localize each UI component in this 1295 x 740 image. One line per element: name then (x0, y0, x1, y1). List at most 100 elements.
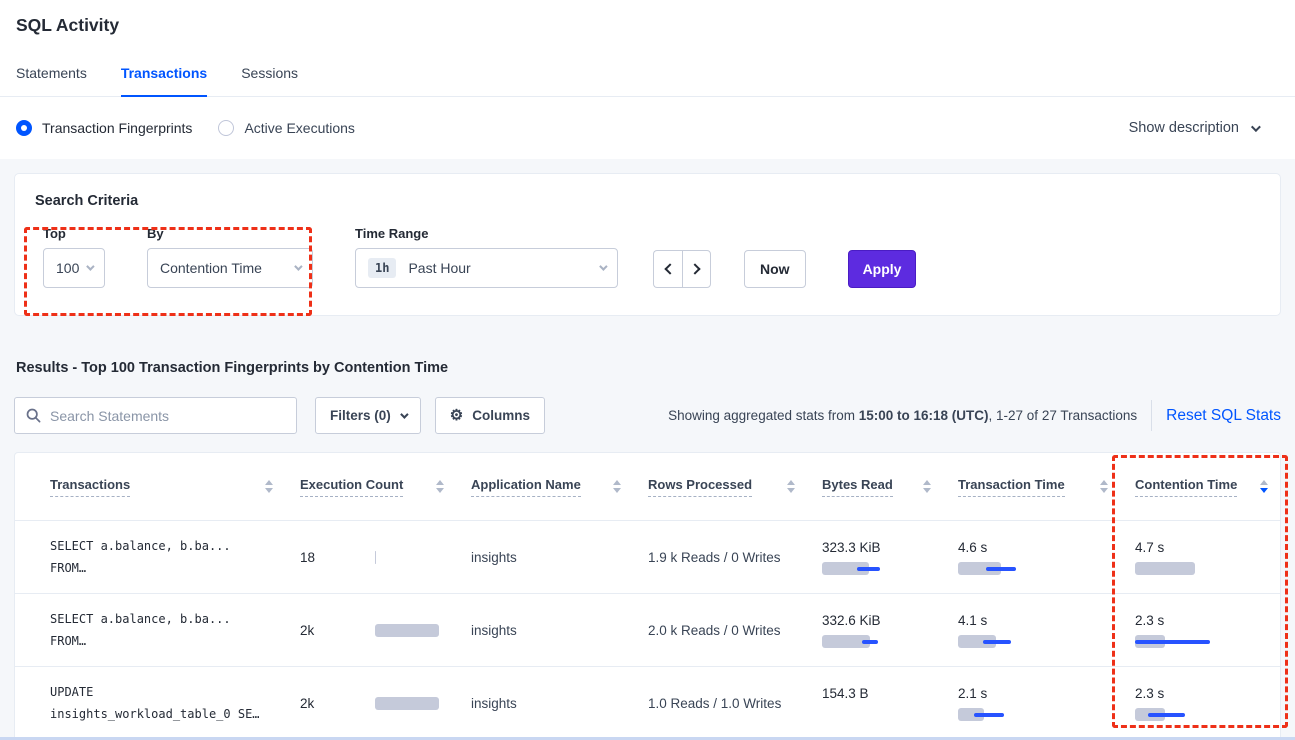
tab-statements[interactable]: Statements (16, 65, 87, 96)
search-criteria-controls: Top 100 By Contention Time Time Range 1h… (31, 226, 1260, 288)
transaction-query-link[interactable]: UPDATE insights_workload_table_0 SE… (15, 681, 285, 725)
transaction-time-cell: 2.1 s (943, 686, 1120, 721)
view-toggle-row: Transaction Fingerprints Active Executio… (0, 97, 1295, 159)
column-header-rows-processed: Rows Processed (633, 477, 807, 497)
show-description-toggle[interactable]: Show description (1129, 120, 1258, 136)
execution-count-cell: 2k (285, 623, 456, 638)
radio-unselected-icon[interactable] (218, 120, 234, 136)
table-header-row: Transactions Execution Count Application… (15, 453, 1280, 521)
column-header-execution-count: Execution Count (285, 477, 456, 497)
by-control: By Contention Time (147, 226, 313, 288)
previous-time-button[interactable] (653, 250, 682, 288)
execution-count-cell: 2k (285, 696, 456, 711)
tab-sessions[interactable]: Sessions (241, 65, 298, 96)
execution-count-cell: 18 (285, 550, 456, 565)
tab-transactions[interactable]: Transactions (121, 65, 207, 97)
gear-icon: ⚙ (450, 408, 463, 423)
bytes-read-bar (822, 562, 886, 575)
sort-icon[interactable] (265, 480, 273, 493)
transaction-time-bar (958, 708, 1022, 721)
rows-processed-cell: 2.0 k Reads / 0 Writes (633, 623, 807, 638)
search-criteria-card: Search Criteria Top 100 By Contention Ti… (14, 173, 1281, 316)
aggregated-stats-text: Showing aggregated stats from 15:00 to 1… (668, 408, 1137, 423)
by-select[interactable]: Contention Time (147, 248, 313, 288)
divider (1151, 400, 1152, 431)
contention-time-bar (1135, 635, 1199, 648)
page-header: SQL Activity Statements Transactions Ses… (0, 0, 1295, 97)
columns-button[interactable]: ⚙ Columns (435, 397, 545, 434)
execution-count-bar (375, 551, 439, 564)
table-row: UPDATE insights_workload_table_0 SE… 2k … (15, 667, 1280, 737)
bytes-read-bar (822, 708, 886, 721)
application-name-cell: insights (456, 696, 633, 711)
execution-count-bar (375, 624, 439, 637)
time-range-value: Past Hour (408, 260, 470, 276)
sort-icon-active-desc[interactable] (1260, 480, 1268, 493)
chevron-left-icon (664, 263, 675, 274)
chevron-down-icon (294, 262, 302, 270)
search-statements-input[interactable] (50, 408, 285, 424)
column-header-contention-time: Contention Time (1120, 477, 1280, 497)
sort-icon[interactable] (923, 480, 931, 493)
transaction-time-cell: 4.1 s (943, 613, 1120, 648)
top-select[interactable]: 100 (43, 248, 105, 288)
top-control: Top 100 (43, 226, 105, 288)
contention-time-cell: 4.7 s (1120, 540, 1280, 575)
application-name-cell: insights (456, 623, 633, 638)
contention-time-cell: 2.3 s (1120, 613, 1280, 648)
rows-processed-cell: 1.9 k Reads / 0 Writes (633, 550, 807, 565)
contention-time-bar (1135, 708, 1199, 721)
transaction-time-cell: 4.6 s (943, 540, 1120, 575)
chevron-down-icon (400, 410, 408, 418)
stats-time-range: 15:00 to 16:18 (UTC) (859, 408, 989, 423)
radio-transaction-fingerprints[interactable]: Transaction Fingerprints (16, 120, 192, 136)
contention-time-cell: 2.3 s (1120, 686, 1280, 721)
column-header-transactions: Transactions (15, 477, 285, 497)
reset-sql-stats-link[interactable]: Reset SQL Stats (1166, 407, 1281, 425)
sort-icon[interactable] (1100, 480, 1108, 493)
execution-count-bar (375, 697, 439, 710)
top-select-value: 100 (56, 260, 79, 276)
column-header-bytes-read: Bytes Read (807, 477, 943, 497)
results-heading: Results - Top 100 Transaction Fingerprin… (16, 360, 1279, 376)
by-select-value: Contention Time (160, 260, 262, 276)
page-title: SQL Activity (0, 0, 1295, 36)
show-description-label: Show description (1129, 120, 1239, 136)
now-button[interactable]: Now (744, 250, 806, 288)
column-header-application-name: Application Name (456, 477, 633, 497)
contention-time-bar (1135, 562, 1199, 575)
next-time-button[interactable] (682, 250, 711, 288)
radio-label: Active Executions (244, 120, 355, 136)
bytes-read-cell: 323.3 KiB (807, 540, 943, 575)
transactions-table: Transactions Execution Count Application… (14, 452, 1281, 737)
search-criteria-heading: Search Criteria (31, 193, 1260, 209)
transaction-query-link[interactable]: SELECT a.balance, b.ba... FROM… (15, 608, 285, 652)
search-icon (26, 408, 41, 423)
bytes-read-cell: 154.3 B (807, 686, 943, 721)
time-range-control: Time Range 1h Past Hour (355, 226, 618, 288)
chevron-down-icon (86, 262, 94, 270)
sort-icon[interactable] (787, 480, 795, 493)
bytes-read-bar (822, 635, 886, 648)
time-step-buttons (653, 250, 711, 288)
transaction-time-bar (958, 635, 1022, 648)
results-toolbar: Filters (0) ⚙ Columns Showing aggregated… (14, 397, 1281, 434)
sort-icon[interactable] (613, 480, 621, 493)
transaction-query-link[interactable]: SELECT a.balance, b.ba... FROM… (15, 535, 285, 579)
filters-label: Filters (0) (330, 408, 391, 423)
top-label: Top (43, 226, 105, 241)
chevron-down-icon (599, 262, 607, 270)
radio-label: Transaction Fingerprints (42, 120, 192, 136)
apply-button[interactable]: Apply (848, 250, 917, 288)
table-row: SELECT a.balance, b.ba... FROM… 18 insig… (15, 521, 1280, 594)
time-range-select[interactable]: 1h Past Hour (355, 248, 618, 288)
radio-selected-icon[interactable] (16, 120, 32, 136)
radio-active-executions[interactable]: Active Executions (218, 120, 355, 136)
by-label: By (147, 226, 313, 241)
search-statements-box[interactable] (14, 397, 297, 434)
columns-label: Columns (472, 408, 530, 423)
sort-icon[interactable] (436, 480, 444, 493)
filters-button[interactable]: Filters (0) (315, 397, 421, 434)
chevron-down-icon (1251, 122, 1261, 132)
bytes-read-cell: 332.6 KiB (807, 613, 943, 648)
